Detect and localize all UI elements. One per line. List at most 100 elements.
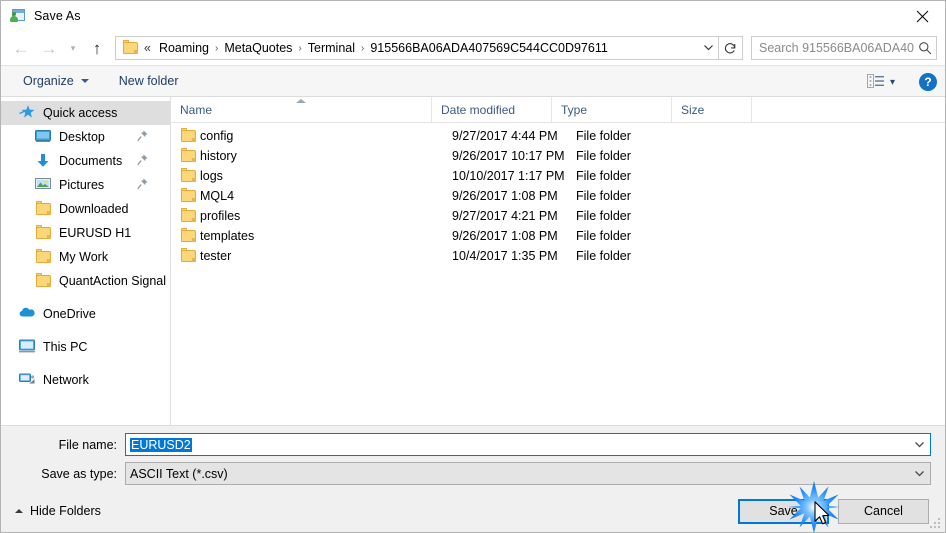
pin-icon[interactable] [137, 178, 148, 190]
cell-name: templates [200, 229, 255, 243]
sidebar-item-eurusd-h1[interactable]: EURUSD H1 [1, 221, 170, 245]
file-name-value[interactable]: EURUSD2 [126, 437, 908, 452]
sidebar-item-label: OneDrive [43, 307, 96, 321]
folder-icon [180, 228, 200, 244]
column-header-label: Size [681, 103, 705, 117]
breadcrumb-item-roaming[interactable]: Roaming [155, 41, 213, 55]
help-label: ? [924, 75, 932, 89]
resize-grip[interactable] [930, 518, 942, 530]
close-icon[interactable] [899, 1, 945, 31]
column-header-date-modified[interactable]: Date modified [432, 97, 552, 123]
view-list-icon [866, 73, 884, 91]
table-row[interactable]: tester 10/4/2017 1:35 PM File folder [171, 246, 945, 266]
search-input[interactable]: Search 915566BA06ADA40756… [752, 41, 914, 55]
save-as-type-dropdown-button[interactable] [908, 463, 930, 484]
save-as-type-select[interactable]: ASCII Text (*.csv) [125, 462, 931, 485]
recent-locations-button[interactable]: ▾ [63, 35, 83, 61]
sidebar-item-downloaded[interactable]: Downloaded [1, 197, 170, 221]
sidebar-item-this-pc[interactable]: This PC [1, 335, 170, 359]
sidebar-item-label: EURUSD H1 [59, 226, 132, 240]
breadcrumb-overflow[interactable]: « [144, 41, 155, 55]
cell-type: File folder [576, 209, 631, 223]
cell-name: tester [200, 249, 232, 263]
cancel-button[interactable]: Cancel [838, 498, 929, 524]
new-folder-button[interactable]: New folder [111, 70, 187, 92]
sidebar-item-quick-access[interactable]: Quick access [1, 101, 170, 125]
address-dropdown-button[interactable] [698, 37, 718, 59]
column-header-label: Type [561, 103, 588, 117]
back-button[interactable]: ← [7, 35, 35, 61]
change-view-button[interactable]: ▾ [861, 70, 901, 95]
table-row[interactable]: config 9/27/2017 4:44 PM File folder [171, 126, 945, 146]
chevron-down-icon: ▾ [70, 42, 76, 53]
dialog-body: Quick access Desktop Documents Pictures … [1, 97, 945, 425]
sidebar-item-label: Pictures [59, 178, 105, 192]
network-icon [19, 372, 36, 388]
table-row[interactable]: profiles 9/27/2017 4:21 PM File folder [171, 206, 945, 226]
table-row[interactable]: history 9/26/2017 10:17 PM File folder [171, 146, 945, 166]
breadcrumb-item-metaquotes[interactable]: MetaQuotes [220, 41, 296, 55]
cell-date: 10/4/2017 1:35 PM [452, 249, 558, 263]
file-name-dropdown-button[interactable] [908, 434, 930, 455]
breadcrumb-item-terminal[interactable]: Terminal [304, 41, 359, 55]
help-button[interactable]: ? [919, 73, 937, 91]
breadcrumb-separator-icon[interactable]: › [359, 43, 366, 54]
sidebar-item-network[interactable]: Network [1, 368, 170, 392]
breadcrumb-separator-icon[interactable]: › [213, 43, 220, 54]
table-row[interactable]: templates 9/26/2017 1:08 PM File folder [171, 226, 945, 246]
sidebar-item-onedrive[interactable]: OneDrive [1, 302, 170, 326]
folder-icon [35, 201, 52, 217]
sidebar-item-my-work[interactable]: My Work [1, 245, 170, 269]
sidebar-item-label: This PC [43, 340, 88, 354]
save-button[interactable]: Save [738, 498, 829, 524]
sidebar-item-desktop[interactable]: Desktop [1, 125, 170, 149]
cell-date: 9/26/2017 1:08 PM [452, 229, 558, 243]
cell-type: File folder [576, 129, 631, 143]
pin-icon[interactable] [137, 130, 148, 142]
folder-icon [180, 248, 200, 264]
file-list: config 9/27/2017 4:44 PM File folder histor… [171, 123, 945, 425]
file-name-input[interactable]: EURUSD2 [125, 433, 931, 456]
table-row[interactable]: logs 10/10/2017 1:17 PM File folder [171, 166, 945, 186]
this-pc-icon [19, 339, 36, 355]
cell-date: 9/27/2017 4:21 PM [452, 209, 558, 223]
navigation-bar: ← → ▾ ↑ « Roaming › MetaQuotes › Termina… [1, 31, 945, 65]
sidebar-item-label: Quick access [43, 106, 118, 120]
quick-access-star-icon [19, 105, 36, 121]
up-arrow-icon: ↑ [92, 38, 102, 58]
column-header-row: Name Date modified Type Size [171, 97, 945, 123]
sidebar-item-quantaction-signal[interactable]: QuantAction Signal [1, 269, 170, 293]
column-header-size[interactable]: Size [672, 97, 752, 123]
refresh-button[interactable] [719, 36, 743, 60]
column-header-type[interactable]: Type [552, 97, 672, 123]
forward-button[interactable]: → [35, 35, 63, 61]
sidebar-item-label: QuantAction Signal [59, 274, 167, 288]
column-header-filler [752, 97, 945, 123]
cell-name: history [200, 149, 237, 163]
folder-icon [122, 40, 139, 55]
folder-icon [35, 273, 52, 289]
breadcrumb-item-instance-id[interactable]: 915566BA06ADA407569C544CC0D97611 [366, 41, 611, 55]
address-bar[interactable]: « Roaming › MetaQuotes › Terminal › 9155… [115, 36, 719, 60]
cell-name: profiles [200, 209, 241, 223]
sidebar-item-pictures[interactable]: Pictures [1, 173, 170, 197]
pin-icon[interactable] [137, 154, 148, 166]
hide-folders-button[interactable]: Hide Folders [15, 504, 101, 518]
column-header-name[interactable]: Name [171, 97, 432, 123]
folder-icon [180, 188, 200, 204]
search-box[interactable]: Search 915566BA06ADA40756… [751, 36, 937, 60]
organize-button[interactable]: Organize [15, 70, 97, 92]
command-bar: Organize New folder ▾ ? [1, 65, 945, 97]
cell-type: File folder [576, 249, 631, 263]
sidebar-item-documents[interactable]: Documents [1, 149, 170, 173]
table-row[interactable]: MQL4 9/26/2017 1:08 PM File folder [171, 186, 945, 206]
up-button[interactable]: ↑ [83, 35, 111, 61]
cell-type: File folder [576, 149, 631, 163]
file-name-row: File name: EURUSD2 [15, 432, 931, 457]
sidebar-item-label: Downloaded [59, 202, 129, 216]
cell-name: MQL4 [200, 189, 235, 203]
column-header-label: Date modified [441, 103, 516, 117]
breadcrumb-separator-icon[interactable]: › [296, 43, 303, 54]
